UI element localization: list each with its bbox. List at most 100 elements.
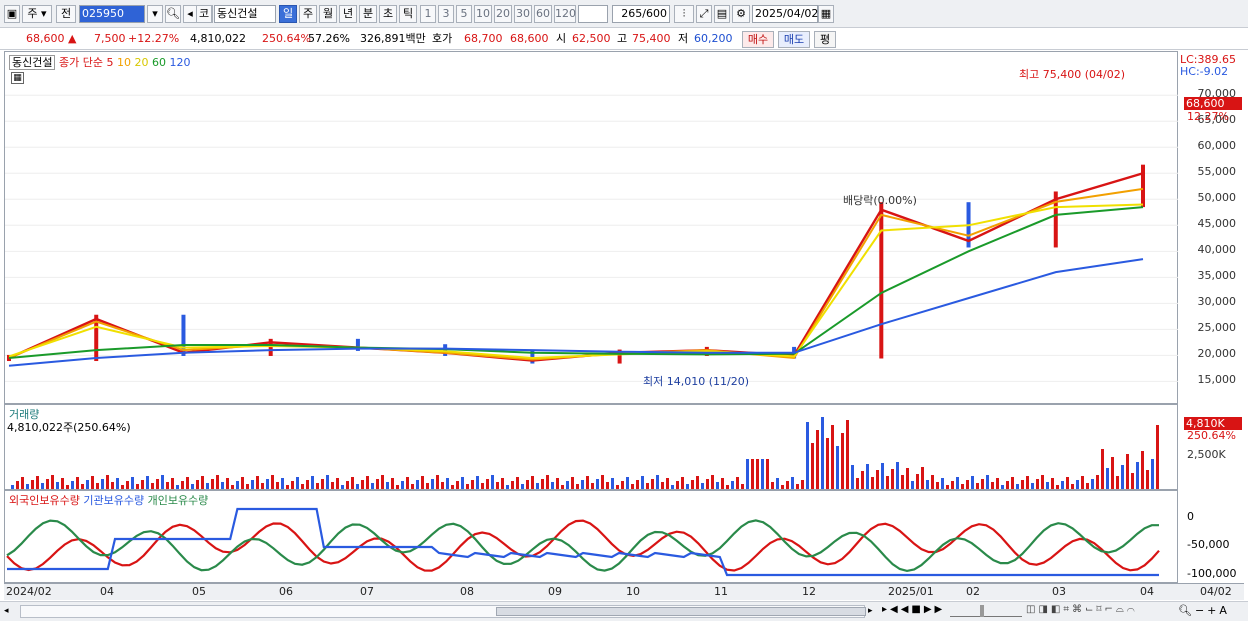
type-button[interactable]: 코 <box>196 5 212 23</box>
interval-button-3[interactable]: 3 <box>438 5 454 23</box>
volume-chart-panel[interactable]: 거래량 4,810,022주(250.64%) <box>4 404 1178 490</box>
holdings-chart-panel[interactable]: 외국인보유수량 기관보유수량 개인보유수량 <box>4 490 1178 583</box>
candle-type-icon[interactable]: ⫶ <box>674 5 694 23</box>
low-price: 60,200 <box>694 32 733 45</box>
interval-button-5[interactable]: 5 <box>456 5 472 23</box>
scroll-track[interactable] <box>20 605 866 618</box>
interval-button-60[interactable]: 60 <box>534 5 552 23</box>
volume-bar <box>56 482 59 489</box>
volume-bar <box>1126 454 1129 489</box>
volume-bar <box>801 480 804 489</box>
volume-bar <box>966 480 969 489</box>
zoom-slider[interactable] <box>950 605 1022 617</box>
volume-bar <box>16 481 19 489</box>
volume-bar <box>351 477 354 489</box>
volume-bar <box>1091 479 1094 489</box>
interval-custom-input[interactable] <box>578 5 608 23</box>
volume-bar <box>76 477 79 489</box>
price-chart-panel[interactable]: 동신건설 종가 단순 5 10 20 60 120 ▦ 최고 75,400 (0… <box>4 51 1179 404</box>
zoom-slider-handle[interactable] <box>980 605 984 617</box>
period-button-day[interactable]: 일 <box>279 5 297 23</box>
interval-button-20[interactable]: 20 <box>494 5 512 23</box>
volume-bar <box>836 446 839 489</box>
period-button-year[interactable]: 년 <box>339 5 357 23</box>
volume-bar <box>1136 462 1139 489</box>
grid-toggle-icon[interactable]: ▦ <box>11 72 24 84</box>
scroll-left-arrow[interactable]: ◂ <box>4 605 16 618</box>
period-button-tick[interactable]: 틱 <box>399 5 417 23</box>
period-button-week[interactable]: 주 <box>299 5 317 23</box>
prev-button[interactable]: 전 <box>56 5 76 23</box>
volume-bar <box>866 464 869 489</box>
interval-button-10[interactable]: 10 <box>474 5 492 23</box>
x-label: 10 <box>626 585 640 598</box>
x-label: 2025/01 <box>888 585 934 598</box>
volume-bar <box>541 479 544 489</box>
legend-individual: 개인보유수량 <box>147 494 209 507</box>
volume-bar <box>1106 468 1109 489</box>
volume-bar <box>436 475 439 489</box>
volume-bar <box>426 483 429 489</box>
stock-code-input[interactable]: 025950 <box>79 5 145 23</box>
volume-bar <box>406 477 409 489</box>
volume-bar <box>971 476 974 489</box>
mode-select[interactable]: 주 ▾ <box>22 5 52 23</box>
volume-bar <box>96 483 99 489</box>
calendar-icon[interactable]: ▦ <box>818 5 834 23</box>
playback-controls[interactable]: ▸◀◀■▶▶ <box>882 604 945 615</box>
volume-bar <box>1131 473 1134 489</box>
volume-bar <box>216 475 219 489</box>
volume-bar <box>1081 476 1084 489</box>
price-change: 7,500 <box>94 32 126 45</box>
trade-amount: 326,891백만 <box>360 32 426 45</box>
volume-bar <box>991 482 994 489</box>
volume-bar <box>341 485 344 489</box>
code-dropdown-button[interactable]: ▾ <box>147 5 163 23</box>
volume-bar <box>641 476 644 489</box>
interval-button-30[interactable]: 30 <box>514 5 532 23</box>
ask-low: 68,600 <box>510 32 549 45</box>
buy-button[interactable]: 매수 <box>742 31 774 48</box>
volume-bar <box>856 478 859 489</box>
main-toolbar: ▣ 주 ▾ 전 025950 ▾ 🔍︎ ◂ ▾ 코 동신건설 일 주 월 년 분… <box>0 0 1248 28</box>
ma-line-5 <box>8 172 1144 362</box>
scroll-right-arrow[interactable]: ▸ <box>868 605 880 618</box>
volume-bar <box>896 462 899 489</box>
volume-bar <box>521 484 524 489</box>
period-button-minute[interactable]: 분 <box>359 5 377 23</box>
volume-bar <box>1041 475 1044 489</box>
eval-button[interactable]: 평 <box>814 31 836 48</box>
volume-bar <box>1026 476 1029 489</box>
chart-type-icon[interactable]: ▣ <box>4 5 20 23</box>
scroll-thumb[interactable] <box>496 607 866 616</box>
volume-bar <box>416 480 419 489</box>
settings-icon[interactable]: ⚙ <box>732 5 750 23</box>
draw-tool-icon[interactable]: ⤢ <box>696 5 712 23</box>
volume-bar <box>126 481 129 489</box>
volume-bar <box>66 485 69 489</box>
period-button-second[interactable]: 초 <box>379 5 397 23</box>
volume-bar <box>571 477 574 489</box>
volume-chart-svg <box>11 417 1159 489</box>
x-label-right: 04/02 <box>1200 585 1232 598</box>
volume-bar <box>616 485 619 489</box>
volume-bar <box>686 484 689 489</box>
volume-bar <box>741 484 744 489</box>
volume-bar <box>636 480 639 489</box>
volume-bar <box>161 475 164 489</box>
x-label: 12 <box>802 585 816 598</box>
interval-button-120[interactable]: 120 <box>554 5 576 23</box>
count-field[interactable]: 265/600 <box>612 5 670 23</box>
save-icon[interactable]: ▤ <box>714 5 730 23</box>
volume-bar <box>91 476 94 489</box>
volume-bar <box>536 483 539 489</box>
period-button-month[interactable]: 월 <box>319 5 337 23</box>
interval-button-1[interactable]: 1 <box>420 5 436 23</box>
sell-button[interactable]: 매도 <box>778 31 810 48</box>
zoom-icons[interactable]: 🔍︎−+A <box>1178 604 1230 617</box>
tool-icons[interactable]: ◫◨◧⌗⌘⌙⌑⌐⌓⌒ <box>1026 604 1138 615</box>
low-label: 저 <box>678 32 689 45</box>
date-input[interactable]: 2025/04/02 <box>752 5 818 23</box>
search-icon[interactable]: 🔍︎ <box>165 5 181 23</box>
speaker-icon[interactable]: ◂ <box>183 5 197 23</box>
